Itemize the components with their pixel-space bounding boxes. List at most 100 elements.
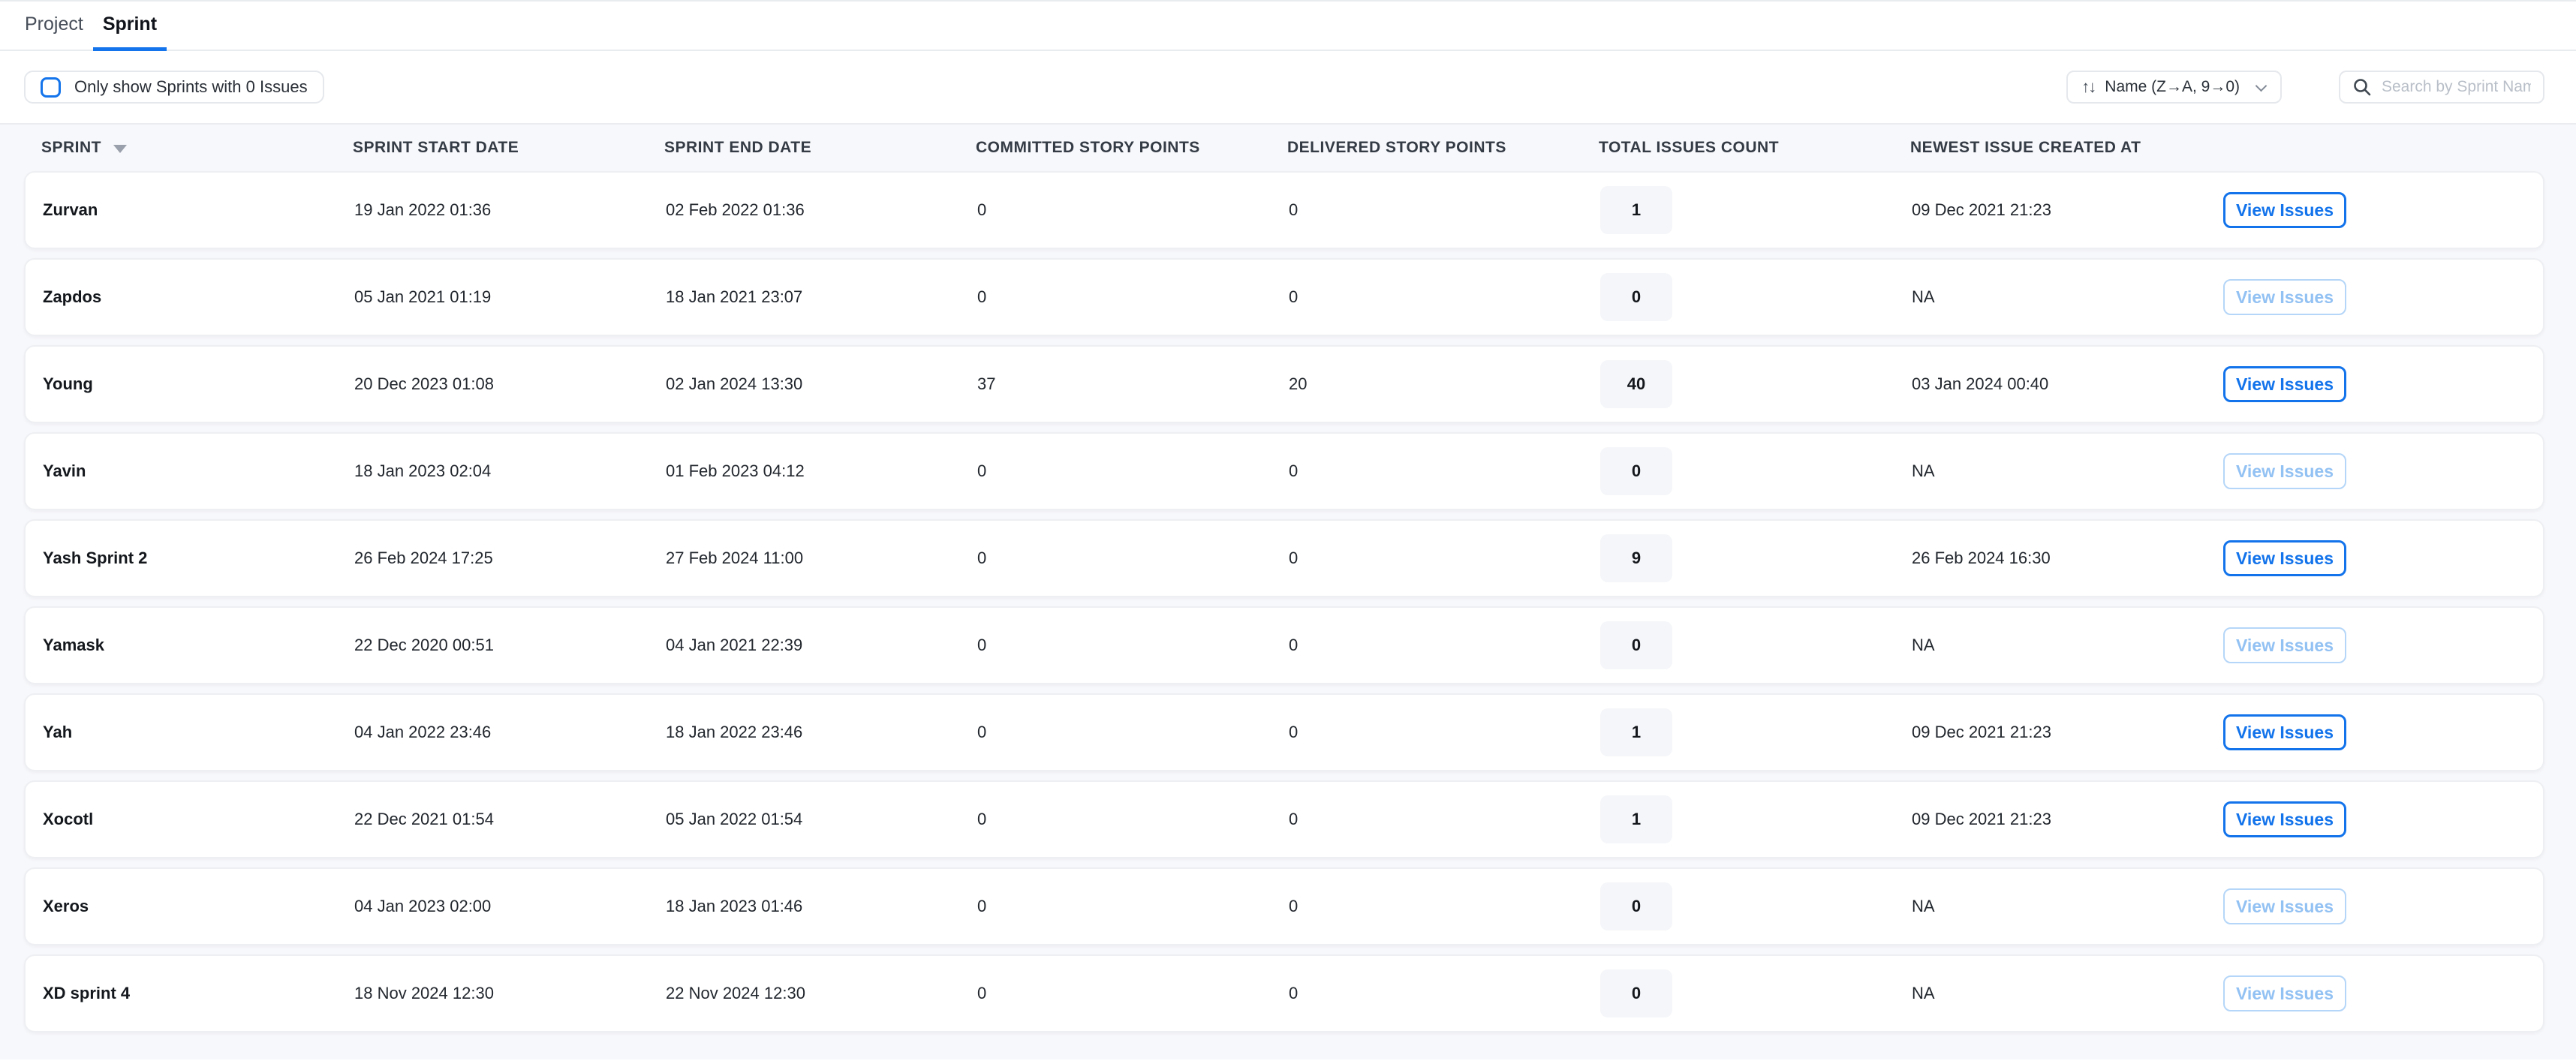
search-box[interactable]	[2339, 71, 2544, 104]
sprint-row: Zapdos 05 Jan 2021 01:19 18 Jan 2021 23:…	[24, 258, 2544, 336]
total-issues-badge: 0	[1600, 447, 1672, 495]
newest-issue-created-at: 09 Dec 2021 21:23	[1912, 200, 2223, 220]
total-issues-badge: 0	[1600, 621, 1672, 669]
sort-desc-triangle-icon	[113, 145, 127, 153]
newest-issue-created-at: NA	[1912, 984, 2223, 1003]
total-issues-badge: 0	[1600, 969, 1672, 1017]
view-issues-button[interactable]: View Issues	[2223, 714, 2346, 750]
column-header-delivered-story-points: DELIVERED STORY POINTS	[1287, 139, 1599, 157]
search-input[interactable]	[2382, 78, 2531, 96]
newest-issue-created-at: NA	[1912, 287, 2223, 307]
newest-issue-created-at: 26 Feb 2024 16:30	[1912, 549, 2223, 568]
view-issues-button[interactable]: View Issues	[2223, 192, 2346, 228]
sprint-row: XD sprint 4 18 Nov 2024 12:30 22 Nov 202…	[24, 954, 2544, 1032]
sprint-row: Yavin 18 Jan 2023 02:04 01 Feb 2023 04:1…	[24, 432, 2544, 510]
view-issues-button: View Issues	[2223, 888, 2346, 924]
committed-story-points: 0	[977, 287, 1289, 307]
actions-cell: View Issues	[2223, 714, 2543, 750]
newest-issue-created-at: NA	[1912, 461, 2223, 481]
column-header-sprint-label: SPRINT	[41, 139, 101, 157]
sprint-name: Zapdos	[43, 287, 354, 307]
total-issues-badge: 1	[1600, 795, 1672, 843]
view-issues-button: View Issues	[2223, 627, 2346, 663]
column-header-committed-story-points: COMMITTED STORY POINTS	[976, 139, 1287, 157]
view-issues-button: View Issues	[2223, 975, 2346, 1011]
sprint-row: Yash Sprint 2 26 Feb 2024 17:25 27 Feb 2…	[24, 519, 2544, 597]
sprint-row: Young 20 Dec 2023 01:08 02 Jan 2024 13:3…	[24, 345, 2544, 423]
actions-cell: View Issues	[2223, 279, 2543, 315]
delivered-story-points: 0	[1289, 810, 1600, 829]
total-issues-count-cell: 0	[1600, 882, 1912, 930]
toolbar-right: ↑↓ Name (Z→A, 9→0)	[2066, 71, 2544, 104]
actions-cell: View Issues	[2223, 540, 2543, 576]
view-issues-button: View Issues	[2223, 453, 2346, 489]
sprint-end-date: 02 Feb 2022 01:36	[666, 200, 977, 220]
column-header-total-issues-count: TOTAL ISSUES COUNT	[1599, 139, 1910, 157]
total-issues-badge: 9	[1600, 534, 1672, 582]
sort-dropdown-value: Name (Z→A, 9→0)	[2105, 78, 2240, 96]
total-issues-badge: 40	[1600, 360, 1672, 408]
committed-story-points: 0	[977, 461, 1289, 481]
actions-cell: View Issues	[2223, 801, 2543, 837]
sort-arrows-icon: ↑↓	[2081, 77, 2095, 97]
total-issues-badge: 1	[1600, 708, 1672, 756]
total-issues-count-cell: 0	[1600, 969, 1912, 1017]
sort-dropdown[interactable]: ↑↓ Name (Z→A, 9→0)	[2066, 71, 2282, 104]
sprint-name: Zurvan	[43, 200, 354, 220]
total-issues-count-cell: 0	[1600, 273, 1912, 321]
sprint-name: Xeros	[43, 897, 354, 916]
tab-project[interactable]: Project	[15, 2, 93, 51]
total-issues-count-cell: 0	[1600, 621, 1912, 669]
filter-only-zero-issues[interactable]: Only show Sprints with 0 Issues	[24, 71, 324, 104]
toolbar: Only show Sprints with 0 Issues ↑↓ Name …	[0, 51, 2576, 123]
sprint-start-date: 05 Jan 2021 01:19	[354, 287, 666, 307]
sprint-end-date: 27 Feb 2024 11:00	[666, 549, 977, 568]
committed-story-points: 0	[977, 636, 1289, 655]
sprint-start-date: 19 Jan 2022 01:36	[354, 200, 666, 220]
sprint-start-date: 04 Jan 2022 23:46	[354, 723, 666, 742]
column-header-newest-issue-created-at: NEWEST ISSUE CREATED AT	[1910, 139, 2222, 157]
sprint-name: Yah	[43, 723, 354, 742]
sprint-start-date: 18 Jan 2023 02:04	[354, 461, 666, 481]
sprint-end-date: 22 Nov 2024 12:30	[666, 984, 977, 1003]
delivered-story-points: 0	[1289, 897, 1600, 916]
sprint-start-date: 22 Dec 2021 01:54	[354, 810, 666, 829]
sprint-name: Young	[43, 374, 354, 394]
delivered-story-points: 0	[1289, 723, 1600, 742]
actions-cell: View Issues	[2223, 627, 2543, 663]
sprint-end-date: 04 Jan 2021 22:39	[666, 636, 977, 655]
total-issues-badge: 1	[1600, 186, 1672, 234]
sprint-end-date: 18 Jan 2021 23:07	[666, 287, 977, 307]
filter-checkbox-label: Only show Sprints with 0 Issues	[74, 77, 308, 97]
total-issues-badge: 0	[1600, 882, 1672, 930]
sprint-row: Zurvan 19 Jan 2022 01:36 02 Feb 2022 01:…	[24, 171, 2544, 249]
committed-story-points: 0	[977, 984, 1289, 1003]
total-issues-count-cell: 9	[1600, 534, 1912, 582]
committed-story-points: 37	[977, 374, 1289, 394]
tab-sprint[interactable]: Sprint	[93, 2, 167, 51]
committed-story-points: 0	[977, 723, 1289, 742]
view-issues-button[interactable]: View Issues	[2223, 540, 2346, 576]
column-header-sprint[interactable]: SPRINT	[41, 139, 353, 157]
filter-checkbox[interactable]	[41, 77, 61, 98]
newest-issue-created-at: 09 Dec 2021 21:23	[1912, 723, 2223, 742]
actions-cell: View Issues	[2223, 975, 2543, 1011]
sprint-name: Yash Sprint 2	[43, 549, 354, 568]
sprint-name: XD sprint 4	[43, 984, 354, 1003]
column-header-sprint-start-date: SPRINT START DATE	[353, 139, 664, 157]
delivered-story-points: 0	[1289, 287, 1600, 307]
view-issues-button: View Issues	[2223, 279, 2346, 315]
actions-cell: View Issues	[2223, 192, 2543, 228]
sprint-start-date: 04 Jan 2023 02:00	[354, 897, 666, 916]
sprint-start-date: 20 Dec 2023 01:08	[354, 374, 666, 394]
total-issues-count-cell: 0	[1600, 447, 1912, 495]
sprint-table-section: SPRINT SPRINT START DATE SPRINT END DATE…	[0, 123, 2576, 1059]
newest-issue-created-at: NA	[1912, 636, 2223, 655]
committed-story-points: 0	[977, 200, 1289, 220]
delivered-story-points: 0	[1289, 461, 1600, 481]
sprint-report-page: Project Sprint Only show Sprints with 0 …	[0, 0, 2576, 1061]
view-issues-button[interactable]: View Issues	[2223, 801, 2346, 837]
sprint-row: Yah 04 Jan 2022 23:46 18 Jan 2022 23:46 …	[24, 693, 2544, 771]
view-issues-button[interactable]: View Issues	[2223, 366, 2346, 402]
table-header: SPRINT SPRINT START DATE SPRINT END DATE…	[24, 125, 2544, 171]
